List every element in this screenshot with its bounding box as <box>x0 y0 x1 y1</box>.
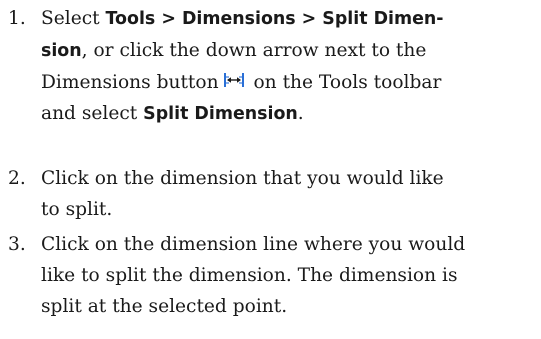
step-3-line-1: Click on the dimension line where you wo… <box>41 234 466 255</box>
step-3-body: Click on the dimension line where you wo… <box>41 229 527 322</box>
step-2-line-1: Click on the dimension that you would li… <box>41 168 444 189</box>
instruction-steps: 1. Select Tools > Dimensions > Split Dim… <box>0 0 541 339</box>
dimensions-icon <box>223 71 245 91</box>
step-1-text: . <box>297 103 304 124</box>
menu-item-split-dimension: Split Dimension <box>143 104 298 124</box>
step-1-line-4: and select Split Dimension. <box>41 98 527 130</box>
step-number: 3. <box>8 234 26 255</box>
step-1-body: Select Tools > Dimensions > Split Dimen-… <box>41 3 527 130</box>
step-2-body: Click on the dimension that you would li… <box>41 163 527 225</box>
step-1-line-1: Select Tools > Dimensions > Split Dimen- <box>41 3 527 35</box>
step-1-line-2: sion, or click the down arrow next to th… <box>41 35 527 67</box>
menu-path: Tools > Dimensions > Split Dimen- <box>105 9 444 29</box>
step-1-text: , or click the down arrow next to the <box>81 40 427 61</box>
menu-path-continued: sion <box>41 41 82 61</box>
step-1-text: on the Tools toolbar <box>247 72 442 93</box>
step-1-text: Select <box>41 8 106 29</box>
step-3-line-2: like to split the dimension. The dimensi… <box>41 265 458 286</box>
step-2-line-2: to split. <box>41 199 113 220</box>
step-1-text: and select <box>41 103 144 124</box>
step-number: 1. <box>8 8 26 29</box>
step-3-line-3: split at the selected point. <box>41 296 288 317</box>
step-number: 2. <box>8 168 26 189</box>
step-1-text: Dimensions button <box>41 72 219 93</box>
step-1-line-3: Dimensions button on the Tools toolbar <box>41 67 527 98</box>
